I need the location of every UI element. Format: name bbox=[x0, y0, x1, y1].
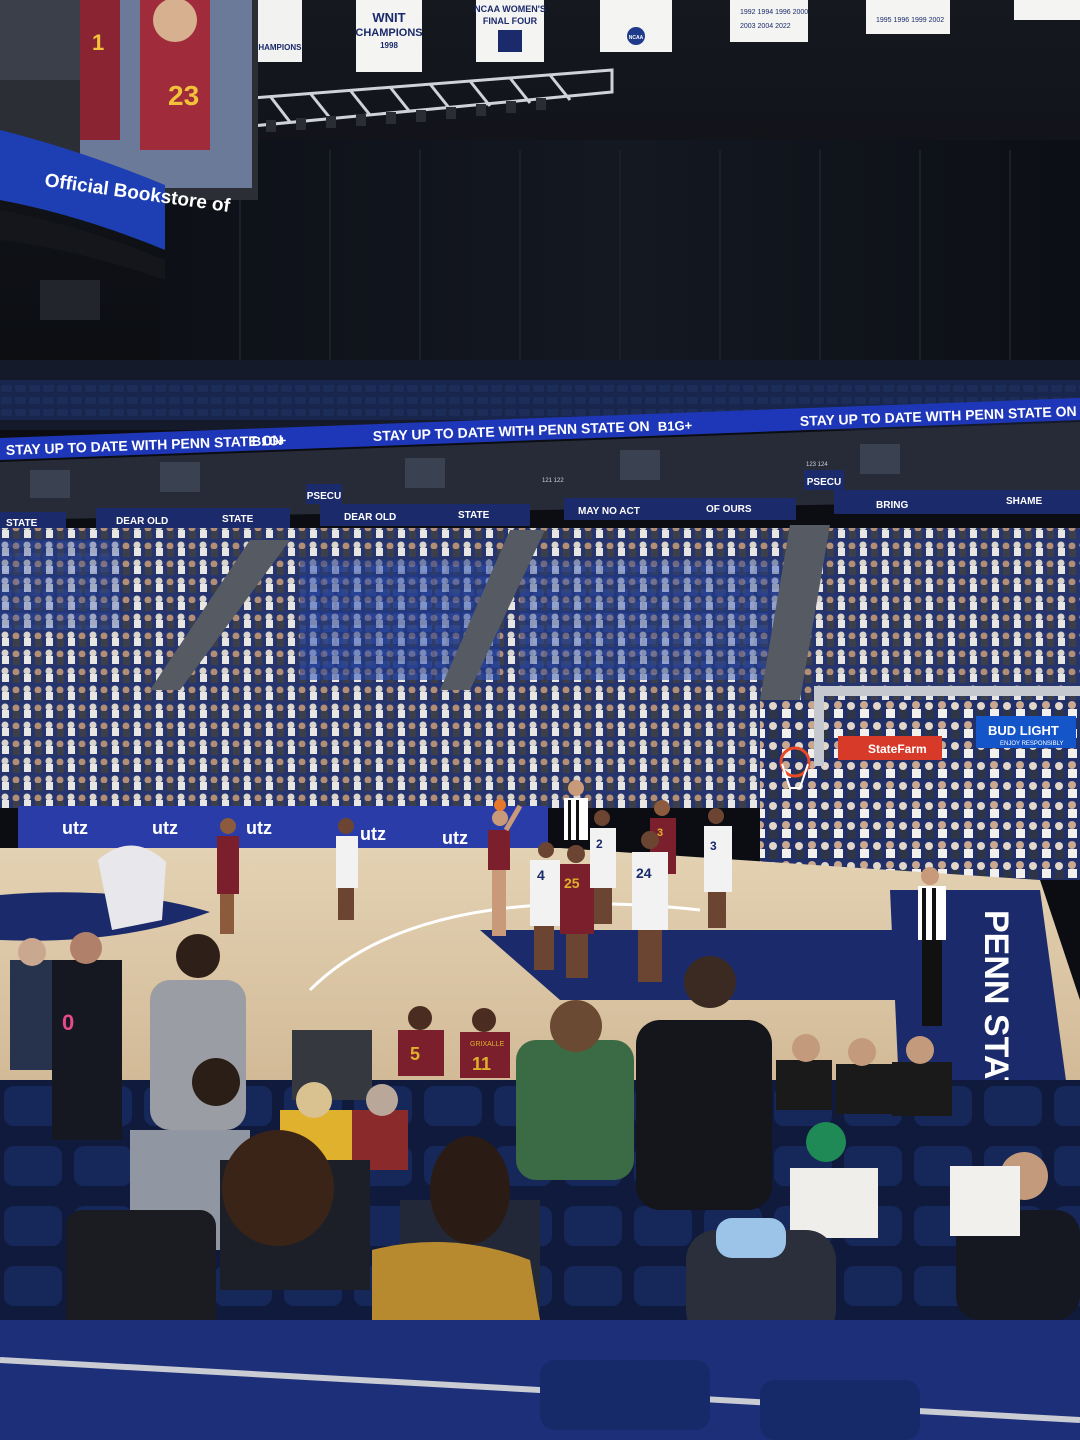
svg-text:24: 24 bbox=[636, 865, 652, 881]
scoreboard-jersey-1: 1 bbox=[92, 30, 104, 55]
banner-years-c: 1995 1996 1999 2002 bbox=[876, 17, 944, 24]
spectator-jersey-0: 0 bbox=[62, 1010, 74, 1035]
suite-sign-1: PSECU bbox=[307, 491, 341, 502]
bud-light-tagline: ENJOY RESPONSIBLY bbox=[1000, 741, 1063, 747]
referee-baseline bbox=[918, 867, 946, 1026]
bench-jersey-5: 5 bbox=[410, 1044, 420, 1064]
suite-sign-3: 121 122 bbox=[542, 478, 564, 484]
svg-text:4: 4 bbox=[537, 867, 545, 883]
svg-text:STATE: STATE bbox=[458, 510, 490, 521]
banner-partial-text: CHAMPIONS bbox=[253, 43, 303, 52]
svg-text:OF OURS: OF OURS bbox=[706, 504, 752, 515]
svg-text:SHAME: SHAME bbox=[1006, 496, 1042, 507]
state-farm-text: StateFarm bbox=[868, 742, 927, 756]
suite-sign-2: PSECU bbox=[807, 477, 841, 488]
utz-logo-2: utz bbox=[152, 818, 178, 838]
svg-text:25: 25 bbox=[564, 875, 580, 891]
ribbon-logo-1: B1G+ bbox=[252, 433, 287, 449]
utz-logo-4: utz bbox=[360, 824, 386, 844]
ncaa-banner-line1: NCAA WOMEN'S bbox=[474, 4, 546, 14]
scoreboard-speaker bbox=[40, 280, 100, 320]
courtside-ad-board: utz utz utz utz utz bbox=[18, 806, 548, 848]
bench-jersey-name: GRIXALLE bbox=[470, 1041, 505, 1048]
svg-text:MAY NO ACT: MAY NO ACT bbox=[578, 506, 640, 517]
svg-text:2: 2 bbox=[596, 837, 603, 851]
svg-text:DEAR OLD: DEAR OLD bbox=[116, 516, 168, 527]
bench-jersey-11: 11 bbox=[472, 1054, 491, 1074]
banner-years-b: 2003 2004 2022 bbox=[740, 23, 791, 30]
basketball-icon bbox=[494, 799, 506, 811]
green-beanie bbox=[806, 1122, 846, 1162]
utz-logo-3: utz bbox=[246, 818, 272, 838]
ncaa-banner-line2: FINAL FOUR bbox=[483, 16, 538, 26]
svg-text:STATE: STATE bbox=[6, 518, 38, 529]
svg-text:DEAR OLD: DEAR OLD bbox=[344, 512, 396, 523]
banner-years-a: 1992 1994 1996 2000 bbox=[740, 9, 808, 16]
wnit-banner-line1: WNIT bbox=[372, 10, 405, 25]
utz-logo-1: utz bbox=[62, 818, 88, 838]
svg-text:NCAA: NCAA bbox=[629, 35, 644, 41]
wnit-banner-year: 1998 bbox=[380, 41, 398, 50]
front-seat bbox=[540, 1360, 710, 1430]
utz-logo-5: utz bbox=[442, 828, 468, 848]
wnit-banner-line2: CHAMPIONS bbox=[355, 27, 422, 39]
arena-photo: CHAMPIONS WNIT CHAMPIONS 1998 NCAA WOMEN… bbox=[0, 0, 1080, 1440]
svg-text:BRING: BRING bbox=[876, 500, 908, 511]
scoreboard-jersey-2: 23 bbox=[168, 80, 199, 111]
ribbon-logo-2: B1G+ bbox=[658, 418, 693, 434]
bud-light-text: BUD LIGHT bbox=[988, 723, 1059, 738]
suite-sign-4: 123 124 bbox=[806, 462, 828, 468]
svg-text:STATE: STATE bbox=[222, 514, 254, 525]
svg-text:3: 3 bbox=[710, 839, 717, 853]
